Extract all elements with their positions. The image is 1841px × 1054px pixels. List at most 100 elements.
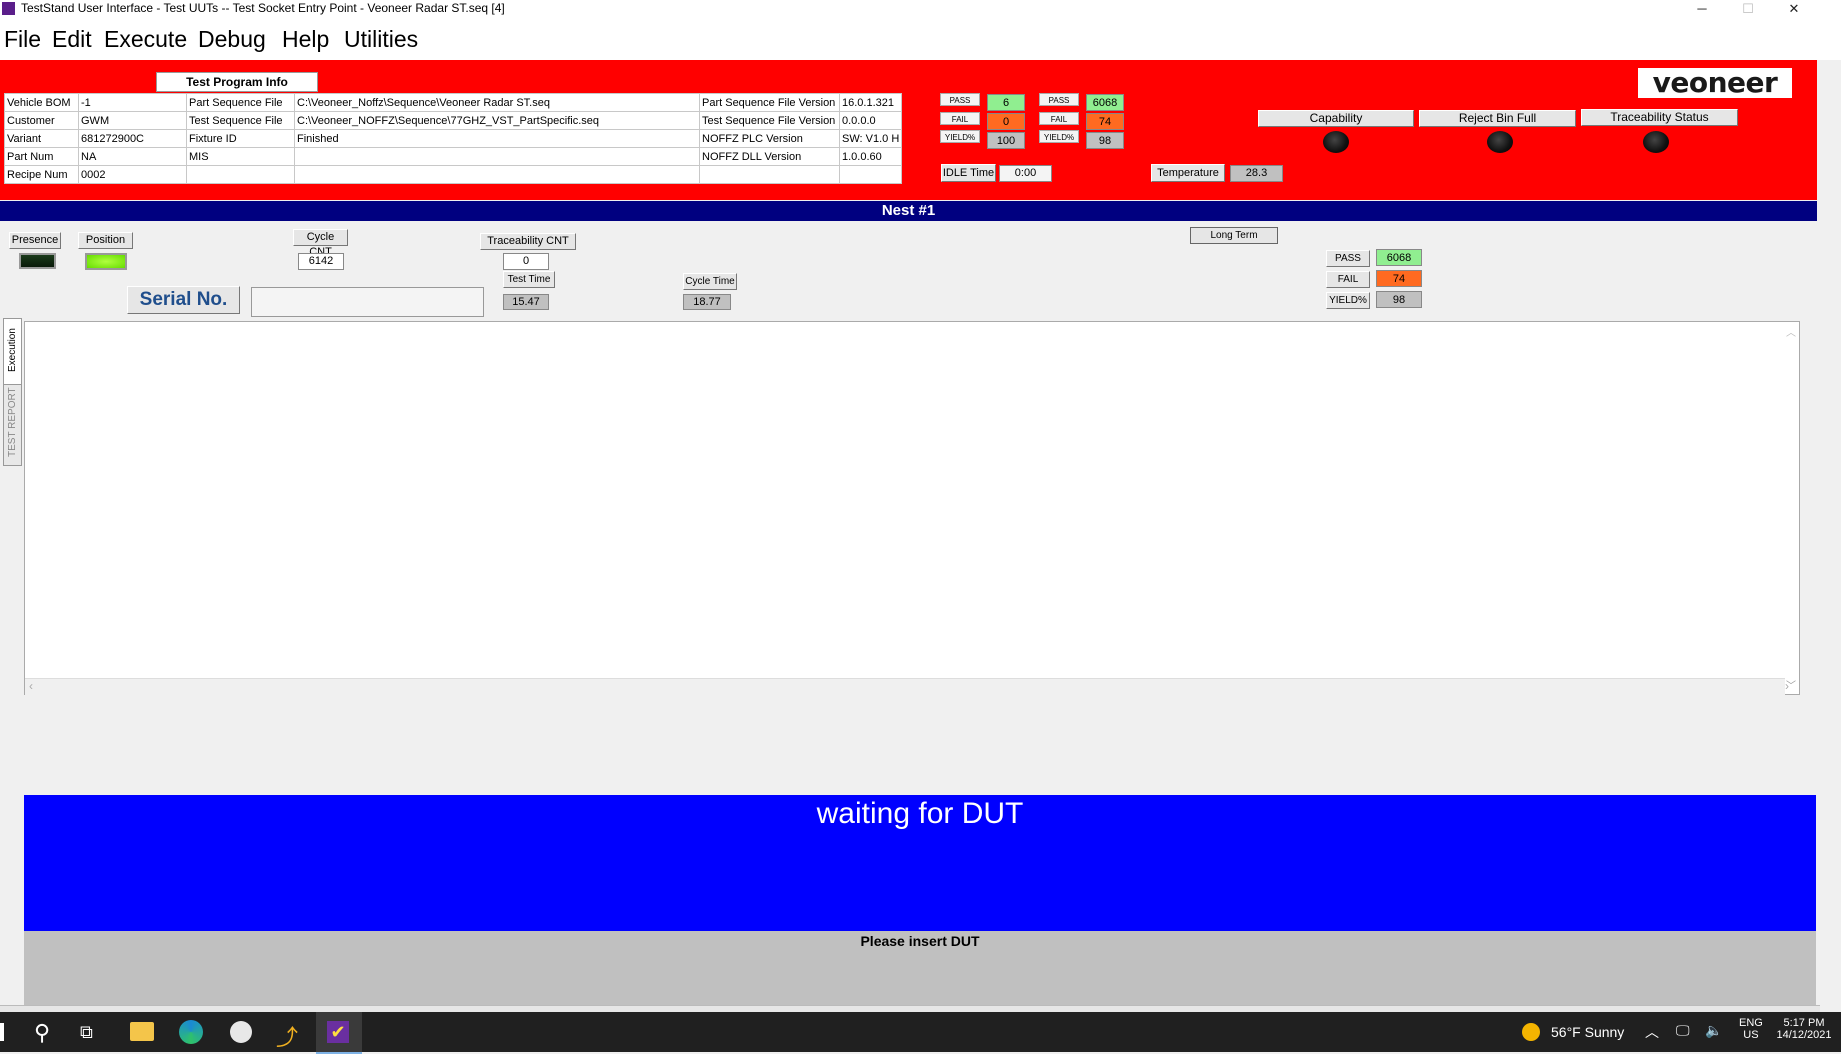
menu-debug[interactable]: Debug — [198, 26, 266, 53]
presence-indicator — [19, 253, 56, 269]
menu-file[interactable]: File — [4, 26, 41, 53]
reject-bin-indicator — [1487, 131, 1513, 153]
title-bar: TestStand User Interface - Test UUTs -- … — [0, 0, 1841, 18]
reject-bin-label: Reject Bin Full — [1419, 110, 1576, 127]
idle-time-value: 0:00 — [999, 165, 1052, 182]
weather-text[interactable]: 56°F Sunny — [1551, 1024, 1624, 1040]
start-icon[interactable] — [0, 1023, 4, 1041]
info-value: C:\Veoneer_Noffz\Sequence\Veoneer Radar … — [294, 93, 700, 112]
file-explorer-icon[interactable] — [130, 1022, 154, 1041]
session-fail-label: FAIL — [940, 112, 980, 125]
horizontal-scrollbar[interactable] — [25, 678, 1785, 695]
info-value: 1.0.0.60 — [838, 147, 903, 166]
nest-title: Nest #1 — [0, 201, 1817, 221]
tab-test-report[interactable]: TEST REPORT — [3, 384, 22, 466]
test-program-info-table: Vehicle BOM -1 Part Sequence File C:\Veonee… — [4, 93, 903, 184]
clock[interactable]: 5:17 PM 14/12/2021 — [1776, 1017, 1832, 1041]
task-view-icon[interactable]: ⧉ — [80, 1022, 93, 1043]
idle-time-label: IDLE Time — [941, 164, 996, 182]
message-panel: Please insert DUT — [24, 931, 1816, 1006]
info-value: GWM — [78, 111, 187, 130]
position-label: Position — [78, 232, 133, 249]
menu-help[interactable]: Help — [282, 26, 329, 53]
status-panel: waiting for DUT — [24, 795, 1816, 931]
teststand-taskbar-item[interactable]: ✔ — [316, 1012, 362, 1054]
menu-execute[interactable]: Execute — [104, 26, 187, 53]
info-row: Vehicle BOM -1 Part Sequence File C:\Veonee… — [4, 93, 903, 112]
long-term-fail-value: 74 — [1376, 270, 1422, 287]
presence-label: Presence — [9, 232, 61, 249]
serial-number-label: Serial No. — [127, 286, 240, 314]
info-value — [294, 165, 700, 184]
capability-indicator — [1323, 131, 1349, 153]
info-value — [294, 147, 700, 166]
vertical-scrollbar[interactable] — [1783, 322, 1799, 678]
info-label: Part Sequence File — [186, 93, 295, 112]
info-value: C:\Veoneer_NOFFZ\Sequence\77GHZ_VST_Part… — [294, 111, 700, 130]
edge-icon[interactable] — [179, 1020, 203, 1044]
long-term-button[interactable]: Long Term — [1190, 227, 1278, 244]
search-icon[interactable]: ⚲ — [34, 1020, 50, 1046]
weather-icon[interactable] — [1522, 1023, 1540, 1041]
cycle-time-value: 18.77 — [683, 294, 731, 310]
total-fail-value: 74 — [1086, 113, 1124, 130]
total-yield-label: YIELD% — [1039, 130, 1079, 143]
info-value: 16.0.1.321 — [838, 93, 903, 112]
info-label: Test Sequence File Version — [699, 111, 840, 130]
info-label: NOFFZ DLL Version — [699, 147, 840, 166]
info-label: Customer — [4, 111, 79, 130]
total-yield-value: 98 — [1086, 132, 1124, 149]
info-value: 681272900C — [78, 129, 187, 148]
total-fail-label: FAIL — [1039, 112, 1079, 125]
minimize-button[interactable]: ─ — [1679, 0, 1725, 18]
cycle-cnt-value: 6142 — [298, 253, 344, 270]
info-label: Vehicle BOM — [4, 93, 79, 112]
session-pass-label: PASS — [940, 93, 980, 106]
chevron-up-icon[interactable]: ︿ — [1645, 1022, 1659, 1042]
traceability-cnt-label: Traceability CNT — [480, 233, 576, 250]
info-label: Fixture ID — [186, 129, 295, 148]
menu-bar — [0, 18, 1841, 60]
session-pass-value: 6 — [987, 94, 1025, 111]
info-value: Finished — [294, 129, 700, 148]
close-button[interactable]: ✕ — [1771, 0, 1817, 18]
position-indicator — [85, 253, 127, 270]
window-title: TestStand User Interface - Test UUTs -- … — [21, 1, 505, 15]
menu-edit[interactable]: Edit — [52, 26, 92, 53]
long-term-yield-label: YIELD% — [1326, 292, 1370, 309]
long-term-yield-value: 98 — [1376, 291, 1422, 308]
info-label: Variant — [4, 129, 79, 148]
tab-execution[interactable]: Execution — [3, 318, 22, 388]
long-term-pass-value: 6068 — [1376, 249, 1422, 266]
info-row: Part Num NA MIS NOFFZ DLL Version 1.0.0.60 — [4, 147, 903, 166]
scroll-up-icon[interactable]: ︿ — [1786, 324, 1796, 339]
long-term-pass-label: PASS — [1326, 250, 1370, 267]
app-icon-4[interactable]: ⤴ — [276, 1020, 298, 1052]
status-text: waiting for DUT — [816, 797, 1024, 830]
network-icon[interactable]: 🖵 — [1676, 1022, 1690, 1039]
execution-view[interactable]: ︿ ﹀ ‹ › — [24, 321, 1800, 695]
info-row: Customer GWM Test Sequence File C:\Veoneer_… — [4, 111, 903, 130]
volume-icon[interactable]: 🔈 — [1705, 1022, 1722, 1039]
info-value: SW: V1.0 H — [838, 129, 903, 148]
serial-number-input[interactable] — [251, 287, 484, 317]
scroll-right-icon[interactable]: › — [1785, 679, 1789, 693]
message-text: Please insert DUT — [860, 933, 980, 949]
veoneer-logo: veoneer — [1638, 68, 1792, 98]
info-label — [186, 165, 295, 184]
cycle-cnt-label: Cycle CNT — [293, 229, 348, 258]
info-label — [699, 165, 840, 184]
maximize-button[interactable]: ☐ — [1725, 0, 1771, 18]
menu-utilities[interactable]: Utilities — [344, 26, 418, 53]
language-indicator[interactable]: ENG US — [1739, 1017, 1763, 1041]
scroll-left-icon[interactable]: ‹ — [29, 679, 33, 693]
info-label: MIS — [186, 147, 295, 166]
info-row: Variant 681272900C Fixture ID Finished NOFFZ… — [4, 129, 903, 148]
cycle-time-label: Cycle Time — [683, 273, 737, 290]
info-label: Part Num — [4, 147, 79, 166]
capability-label: Capability — [1258, 110, 1414, 127]
session-yield-value: 100 — [987, 132, 1025, 149]
app-icon-3[interactable] — [230, 1021, 252, 1043]
session-fail-value: 0 — [987, 113, 1025, 130]
total-pass-label: PASS — [1039, 93, 1079, 106]
